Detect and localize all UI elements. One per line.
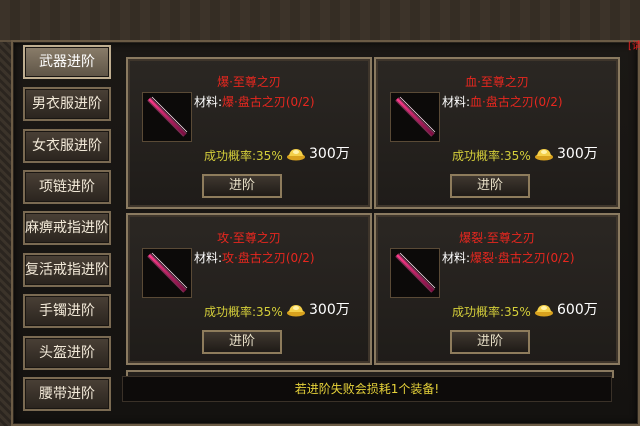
rate-label: 成功概率:: [452, 149, 505, 163]
material-label: 材料:: [442, 95, 471, 109]
item-name: 爆·至尊之刃: [217, 75, 281, 89]
gold-ingot-icon: [287, 149, 305, 161]
material-value: 爆·盘古之刃(0/2): [222, 95, 315, 109]
material-value: 血·盘古之刃(0/2): [470, 95, 563, 109]
material-requirement: 材料:爆裂·盘古之刃(0/2): [442, 249, 575, 266]
sidebar-item-belt[interactable]: 腰带进阶: [23, 377, 111, 411]
rate-value: 35%: [256, 149, 283, 163]
success-rate: 成功概率:35%: [204, 303, 283, 320]
material-requirement: 材料:血·盘古之刃(0/2): [442, 93, 563, 110]
rate-value: 35%: [504, 149, 531, 163]
close-hint[interactable]: [请: [628, 40, 640, 54]
material-value: 爆裂·盘古之刃(0/2): [470, 251, 575, 265]
gold-ingot-icon: [535, 149, 553, 161]
success-rate: 成功概率:35%: [204, 147, 283, 164]
sidebar-item-bracelet[interactable]: 手镯进阶: [23, 294, 111, 328]
sidebar-item-paralysis-ring[interactable]: 麻痹戒指进阶: [23, 211, 111, 245]
item-name: 血·至尊之刃: [465, 75, 529, 89]
upgrade-card: 爆·至尊之刃 材料:爆·盘古之刃(0/2) 成功概率:35% 300万 进阶: [126, 57, 372, 209]
failure-notice: 若进阶失败会损耗1个装备!: [122, 376, 612, 402]
blade-icon[interactable]: [142, 92, 192, 142]
price: 300万: [534, 143, 598, 163]
rate-label: 成功概率:: [204, 149, 257, 163]
sidebar-item-helmet[interactable]: 头盔进阶: [23, 336, 111, 370]
price-value: 300万: [309, 302, 350, 318]
sidebar-item-revival-ring[interactable]: 复活戒指进阶: [23, 253, 111, 287]
price: 300万: [286, 299, 350, 319]
advance-button[interactable]: 进阶: [202, 330, 282, 354]
item-name: 攻·至尊之刃: [217, 231, 281, 245]
price: 600万: [534, 299, 598, 319]
material-requirement: 材料:攻·盘古之刃(0/2): [194, 249, 315, 266]
gold-ingot-icon: [287, 305, 305, 317]
title-strip: [0, 0, 640, 42]
upgrade-card: 攻·至尊之刃 材料:攻·盘古之刃(0/2) 成功概率:35% 300万 进阶: [126, 213, 372, 365]
item-name: 爆裂·至尊之刃: [459, 231, 535, 245]
sidebar-item-female-armor[interactable]: 女衣服进阶: [23, 129, 111, 163]
blade-icon[interactable]: [390, 248, 440, 298]
success-rate: 成功概率:35%: [452, 147, 531, 164]
rate-value: 35%: [256, 305, 283, 319]
sidebar-item-necklace[interactable]: 项链进阶: [23, 170, 111, 204]
material-requirement: 材料:爆·盘古之刃(0/2): [194, 93, 315, 110]
advance-button[interactable]: 进阶: [450, 330, 530, 354]
gold-ingot-icon: [535, 305, 553, 317]
price: 300万: [286, 143, 350, 163]
rate-value: 35%: [504, 305, 531, 319]
sidebar-item-male-armor[interactable]: 男衣服进阶: [23, 87, 111, 121]
rate-label: 成功概率:: [452, 305, 505, 319]
price-value: 300万: [309, 146, 350, 162]
price-value: 300万: [557, 146, 598, 162]
rate-label: 成功概率:: [204, 305, 257, 319]
sidebar-item-weapon[interactable]: 武器进阶: [23, 45, 111, 79]
material-label: 材料:: [442, 251, 471, 265]
material-value: 攻·盘古之刃(0/2): [222, 251, 315, 265]
advance-button[interactable]: 进阶: [450, 174, 530, 198]
upgrade-card: 爆裂·至尊之刃 材料:爆裂·盘古之刃(0/2) 成功概率:35% 600万 进阶: [374, 213, 620, 365]
card-grid: 爆·至尊之刃 材料:爆·盘古之刃(0/2) 成功概率:35% 300万 进阶 血…: [122, 55, 620, 378]
success-rate: 成功概率:35%: [452, 303, 531, 320]
upgrade-card: 血·至尊之刃 材料:血·盘古之刃(0/2) 成功概率:35% 300万 进阶: [374, 57, 620, 209]
blade-icon[interactable]: [142, 248, 192, 298]
material-label: 材料:: [194, 95, 223, 109]
blade-icon[interactable]: [390, 92, 440, 142]
price-value: 600万: [557, 302, 598, 318]
advance-button[interactable]: 进阶: [202, 174, 282, 198]
material-label: 材料:: [194, 251, 223, 265]
